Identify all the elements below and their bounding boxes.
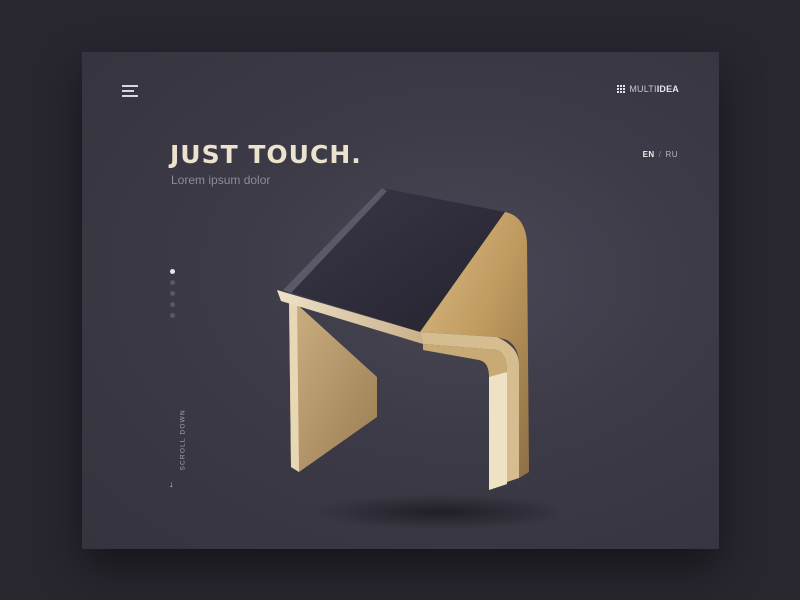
hero-subtitle: Lorem ipsum dolor [171, 173, 271, 187]
menu-line-icon [122, 90, 134, 92]
touch-kiosk-image [277, 188, 557, 530]
scroll-down-label: SCROLL DOWN [179, 409, 187, 471]
logo-text-bold: IDEA [656, 84, 679, 94]
pagination-dot-1[interactable] [170, 269, 175, 274]
menu-line-icon [122, 85, 138, 87]
hero-title: JUST TOUCH. [170, 140, 362, 169]
arrow-down-icon: ↓ [169, 479, 174, 489]
hamburger-menu-button[interactable] [122, 85, 140, 97]
pagination-dot-5[interactable] [170, 313, 175, 318]
slide-pagination [170, 269, 175, 318]
language-separator: / [658, 150, 662, 159]
language-en-link[interactable]: EN [643, 150, 655, 159]
logo-text-light: MULTI [629, 84, 657, 94]
brand-logo[interactable]: MULTIIDEA [617, 84, 679, 94]
hero-panel: MULTIIDEA JUST TOUCH. Lorem ipsum dolor … [82, 52, 719, 549]
grid-dots-icon [617, 85, 626, 93]
language-ru-link[interactable]: RU [665, 150, 678, 159]
pagination-dot-3[interactable] [170, 291, 175, 296]
pagination-dot-4[interactable] [170, 302, 175, 307]
scroll-down-indicator[interactable]: SCROLL DOWN ↓ [167, 409, 187, 532]
pagination-dot-2[interactable] [170, 280, 175, 285]
language-switcher: EN / RU [643, 150, 678, 159]
menu-line-icon [122, 95, 138, 97]
